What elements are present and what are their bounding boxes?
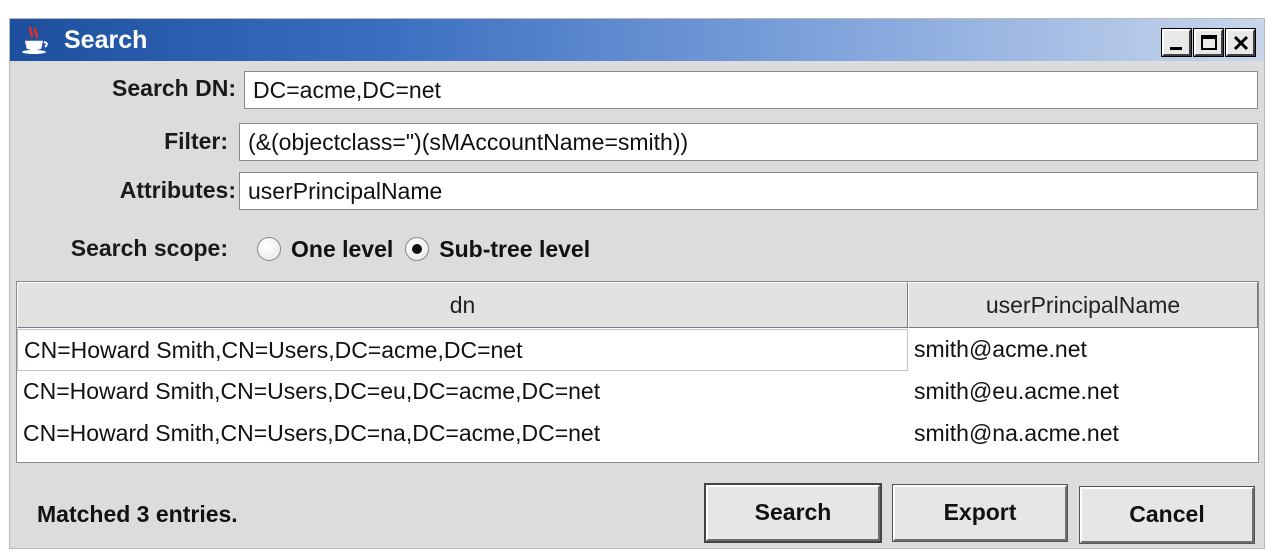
table-cell-upn[interactable]: smith@eu.acme.net [908, 371, 1258, 413]
minimize-button[interactable] [1161, 28, 1192, 57]
radio-sub-tree-level-label[interactable]: Sub-tree level [439, 236, 590, 263]
close-button[interactable] [1225, 28, 1256, 57]
search-button[interactable]: Search [704, 483, 882, 543]
title-bar[interactable]: Search [10, 19, 1264, 61]
table-cell-upn[interactable]: smith@acme.net [908, 329, 1258, 371]
radio-one-level-label[interactable]: One level [291, 236, 393, 263]
status-text: Matched 3 entries. [37, 501, 238, 527]
radio-sub-tree-level-circle[interactable] [405, 237, 430, 261]
column-header-userprincipalname[interactable]: userPrincipalName [908, 282, 1258, 328]
table-header: dn userPrincipalName [17, 282, 1258, 328]
results-table: dn userPrincipalName CN=Howard Smith,CN=… [16, 281, 1259, 463]
attributes-label: Attributes: [119, 177, 236, 203]
table-row[interactable]: CN=Howard Smith,CN=Users,DC=acme,DC=net … [17, 329, 1258, 371]
radio-one-level-circle[interactable] [257, 237, 281, 261]
search-scope-group: One level Sub-tree level [257, 231, 602, 267]
table-cell-dn[interactable]: CN=Howard Smith,CN=Users,DC=acme,DC=net [17, 329, 908, 371]
radio-one-level[interactable]: One level [257, 236, 393, 263]
search-scope-label: Search scope: [70, 235, 228, 261]
radio-sub-tree-level[interactable]: Sub-tree level [405, 236, 590, 263]
search-dialog: Search Search DN: DC=acme,DC=net Filter:… [9, 18, 1265, 549]
search-dn-field[interactable]: DC=acme,DC=net [244, 71, 1258, 109]
maximize-button[interactable] [1193, 28, 1224, 57]
table-row[interactable]: CN=Howard Smith,CN=Users,DC=na,DC=acme,D… [17, 413, 1258, 455]
cancel-button[interactable]: Cancel [1079, 486, 1255, 544]
search-dn-label: Search DN: [112, 75, 236, 101]
export-button[interactable]: Export [892, 484, 1068, 542]
table-row[interactable]: CN=Howard Smith,CN=Users,DC=eu,DC=acme,D… [17, 371, 1258, 413]
table-cell-upn[interactable]: smith@na.acme.net [908, 413, 1258, 455]
attributes-field[interactable]: userPrincipalName [239, 172, 1258, 210]
table-cell-dn[interactable]: CN=Howard Smith,CN=Users,DC=na,DC=acme,D… [17, 413, 908, 455]
table-cell-dn[interactable]: CN=Howard Smith,CN=Users,DC=eu,DC=acme,D… [17, 371, 908, 413]
filter-field[interactable]: (&(objectclass=")(sMAccountName=smith)) [239, 123, 1258, 161]
filter-label: Filter: [164, 128, 228, 154]
java-cup-icon [19, 25, 51, 55]
window-title: Search [64, 26, 148, 54]
column-header-dn[interactable]: dn [17, 282, 908, 328]
